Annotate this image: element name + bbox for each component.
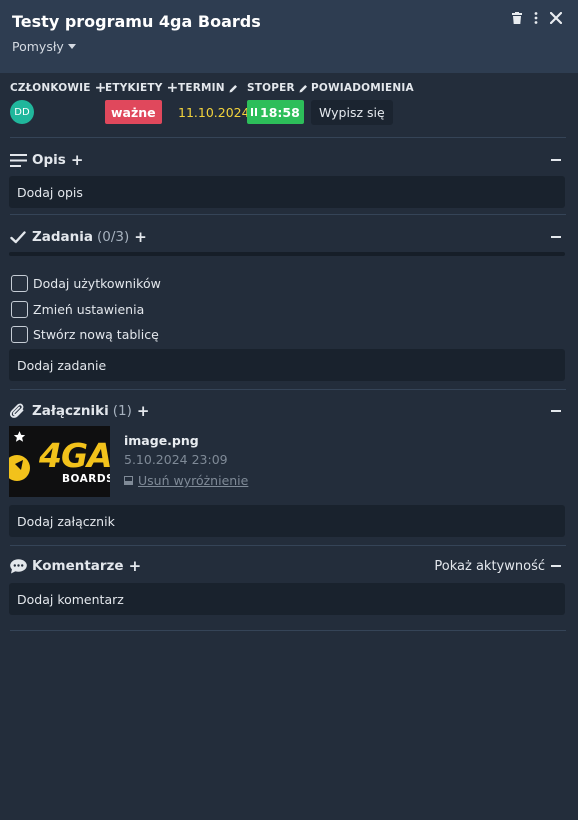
more-vertical-icon[interactable] [534, 12, 538, 24]
collapse-comments-icon[interactable] [551, 565, 561, 567]
add-comment-icon[interactable]: + [129, 557, 142, 575]
unsubscribe-button[interactable]: Wypisz się [311, 99, 393, 125]
add-comment-field[interactable]: Dodaj komentarz [9, 583, 565, 615]
comments-section-header: Komentarze + Pokaż aktywność [10, 556, 566, 576]
tasks-section-header: Zadania (0/3) + [10, 227, 566, 247]
card-title[interactable]: Testy programu 4ga Boards [12, 12, 261, 31]
notifications-label: POWIADOMIENIA [311, 82, 414, 94]
task-checkbox[interactable] [11, 274, 28, 292]
attachments-title: Załączniki [32, 403, 109, 419]
labels-attribute: ETYKIETY + ważne [105, 80, 178, 124]
members-attribute: CZŁONKOWIE + DD [10, 80, 106, 124]
align-justify-icon [10, 153, 28, 167]
divider [10, 545, 566, 546]
pause-icon [251, 108, 257, 116]
caret-down-icon [67, 44, 76, 49]
attachment-info: image.png 5.10.2024 23:09 Usuń wyróżnien… [124, 433, 248, 488]
add-attachment-button[interactable]: Dodaj załącznik [9, 505, 565, 537]
window-icon [124, 476, 133, 485]
attachments-section-header: Załączniki (1) + [10, 401, 566, 421]
task-item[interactable]: Zmień ustawienia [11, 300, 144, 318]
edit-stopwatch-icon[interactable] [299, 84, 308, 93]
stopwatch-attribute: STOPER 18:58 [247, 81, 308, 124]
list-name: Pomysły [12, 39, 64, 54]
show-activity-toggle[interactable]: Pokaż aktywność [434, 559, 566, 574]
stopwatch-label: STOPER [247, 82, 295, 94]
divider [10, 214, 566, 215]
remove-cover-label[interactable]: Usuń wyróżnienie [138, 473, 248, 488]
task-label[interactable]: Stwórz nową tablicę [33, 327, 159, 342]
description-field[interactable]: Dodaj opis [9, 176, 565, 208]
attachment-name[interactable]: image.png [124, 433, 248, 448]
due-attribute: TERMIN 11.10.2024 [178, 81, 250, 124]
divider [10, 137, 566, 138]
stopwatch-time: 18:58 [260, 104, 300, 120]
due-date[interactable]: 11.10.2024 [178, 105, 250, 120]
trash-icon[interactable] [512, 12, 522, 24]
attachment-date: 5.10.2024 23:09 [124, 452, 228, 467]
avatar[interactable]: DD [10, 100, 34, 124]
edit-due-icon[interactable] [229, 84, 238, 93]
task-item[interactable]: Dodaj użytkowników [11, 274, 161, 292]
collapse-tasks-icon[interactable] [551, 236, 561, 238]
list-selector[interactable]: Pomysły [12, 39, 76, 54]
due-label: TERMIN [178, 82, 225, 94]
attachment-thumbnail[interactable]: 4GA BOARDS [9, 426, 110, 497]
labels-label: ETYKIETY [105, 82, 163, 94]
attachments-count: (1) [112, 403, 132, 419]
divider [10, 389, 566, 390]
paperclip-icon [10, 403, 28, 419]
divider [10, 630, 566, 631]
task-item[interactable]: Stwórz nową tablicę [11, 325, 159, 343]
tasks-progress-bar [9, 252, 565, 256]
stopwatch-button[interactable]: 18:58 [247, 100, 304, 124]
add-task-button[interactable]: Dodaj zadanie [9, 349, 565, 381]
add-description-icon[interactable]: + [71, 151, 84, 169]
task-checkbox[interactable] [11, 325, 28, 343]
comments-title: Komentarze [32, 558, 124, 574]
add-label-icon[interactable]: + [167, 80, 179, 96]
card-header: Testy programu 4ga Boards Pomysły [0, 0, 578, 73]
description-section-header: Opis + [10, 150, 566, 170]
collapse-description-icon[interactable] [551, 159, 561, 161]
star-icon[interactable] [13, 430, 26, 443]
close-icon[interactable] [550, 12, 562, 24]
check-icon [10, 230, 28, 244]
add-task-icon[interactable]: + [134, 228, 147, 246]
label-chip[interactable]: ważne [105, 100, 162, 124]
members-label: CZŁONKOWIE [10, 82, 91, 94]
tasks-count: (0/3) [97, 229, 130, 245]
task-checkbox[interactable] [11, 300, 28, 318]
remove-cover-link[interactable]: Usuń wyróżnienie [124, 473, 248, 488]
tasks-title: Zadania [32, 229, 94, 245]
add-attachment-icon[interactable]: + [137, 402, 150, 420]
collapse-attachments-icon[interactable] [551, 410, 561, 412]
task-label[interactable]: Zmień ustawienia [33, 302, 144, 317]
comment-icon [10, 558, 28, 574]
task-label[interactable]: Dodaj użytkowników [33, 276, 161, 291]
description-title: Opis [32, 152, 66, 168]
notifications-attribute: POWIADOMIENIA Wypisz się [311, 81, 414, 125]
show-activity-label[interactable]: Pokaż aktywność [434, 559, 545, 574]
thumb-logo-sub: BOARDS [62, 473, 110, 485]
thumb-logo-main: 4GA [39, 436, 110, 475]
card-attributes: CZŁONKOWIE + DD ETYKIETY + ważne TERMIN … [10, 80, 420, 125]
